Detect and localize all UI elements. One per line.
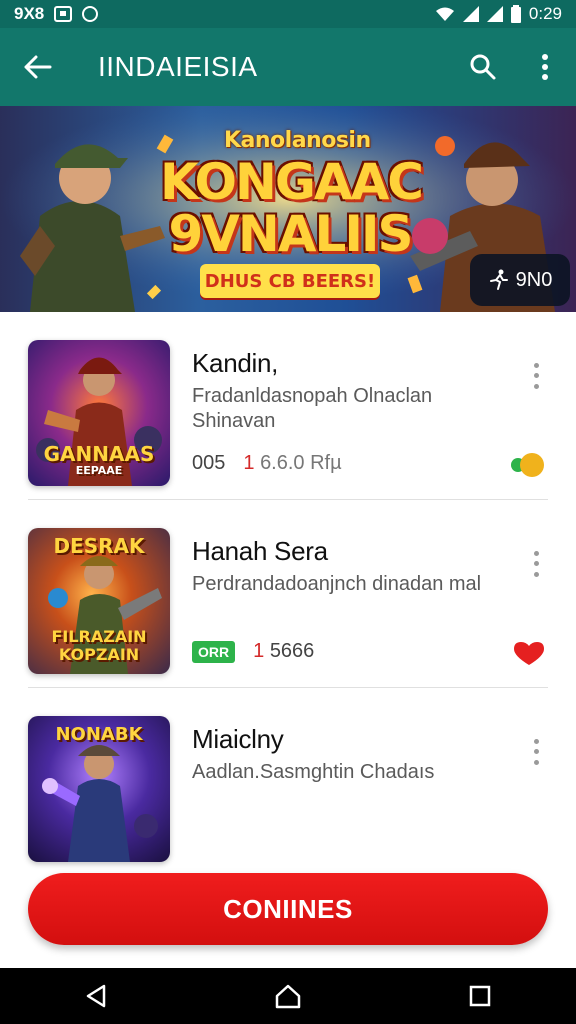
item-meta: ORR 1 5666 [192,640,314,663]
signal-icon [486,6,503,22]
promo-banner[interactable]: Kanolanosin KONGAAC 9VNALIIS DHUS CB BEE… [0,106,576,312]
heart-icon [514,642,544,665]
banner-badge-text: 9N0 [515,268,553,291]
back-triangle-icon [86,984,106,1008]
overflow-menu-button[interactable] [514,28,576,106]
game-list: GANNAAS EEPAAE Kandin, Fradanldasnopah O… [0,312,576,876]
item-description: Perdrandadoanjnch dinadan mal [192,573,482,595]
item-price-rest: 5666 [269,640,315,662]
banner-title: KONGAAC 9VNALIIS [160,153,424,263]
status-bar: 9X8 0:29 [0,0,576,28]
item-tag: ORR [192,640,236,663]
running-person-icon [489,269,508,290]
list-item[interactable]: DESRAK FILRAZAIN KOPZAIN Hanah Sera Perd… [28,500,548,688]
signal-icon [462,6,479,22]
nav-home-button[interactable] [248,968,328,1024]
banner-title-line2: 9VNALIIS [168,205,413,263]
item-meta: 005 1 6.6.0 Rfµ [192,452,342,475]
status-left: 9X8 [14,4,99,24]
item-title: Kandin, [192,348,279,378]
nav-back-button[interactable] [56,968,136,1024]
recents-square-icon [469,985,491,1007]
item-more-button[interactable] [528,736,544,768]
wifi-icon [435,7,454,21]
banner-sub-text: Kanolanosin [224,128,371,153]
thumbnail-title: NONABK [55,724,143,745]
item-status[interactable] [508,452,546,483]
item-price: 1 6.6.0 Rfµ [243,452,341,475]
page-title: IINDAIEISIA [98,51,258,82]
item-description: Fradanldasnopah Olnaclan Shinavan [192,385,433,432]
item-title: Hanah Sera [192,536,328,566]
game-thumbnail[interactable]: GANNAAS EEPAAE [28,340,170,486]
item-count: 005 [192,452,226,474]
battery-icon [510,5,521,23]
status-time: 0:29 [528,4,562,23]
continue-button[interactable]: CONIINES [28,873,548,945]
banner-badge[interactable]: 9N0 [470,254,570,306]
banner-tagline: DHUS CB BEERS! [200,264,380,298]
item-more-button[interactable] [528,548,544,580]
app-bar: IINDAIEISIA [0,28,576,106]
overflow-menu-icon [542,54,548,80]
item-title: Miaiclny [192,724,284,754]
nav-recents-button[interactable] [440,968,520,1024]
game-thumbnail[interactable]: NONABK [28,716,170,862]
status-right: 0:29 [435,4,562,24]
banner-title-line1: KONGAAC [160,153,424,211]
toggle-icon [511,453,544,477]
item-price-rest: 6.6.0 Rfµ [260,452,342,474]
item-price: 1 5666 [253,640,314,663]
item-description: Aadlan.Sasmghtin Chadaıs [192,761,435,783]
item-price-first: 1 [243,452,255,474]
list-item[interactable]: GANNAAS EEPAAE Kandin, Fradanldasnopah O… [28,312,548,500]
thumbnail-title: DESRAK [53,534,145,558]
thumbnail-subtitle: FILRAZAIN KOPZAIN [51,627,147,664]
item-status[interactable] [512,640,546,671]
image-icon [54,6,73,22]
home-icon [275,984,301,1009]
item-more-button[interactable] [528,360,544,392]
notification-icon [82,6,99,22]
status-left-text: 9X8 [14,4,45,23]
game-thumbnail[interactable]: DESRAK FILRAZAIN KOPZAIN [28,528,170,674]
back-arrow-icon [24,55,52,79]
back-button[interactable] [0,28,76,106]
thumbnail-title: GANNAAS [43,442,155,466]
search-icon [470,54,496,80]
thumbnail-subtitle: EEPAAE [75,464,123,477]
search-button[interactable] [452,28,514,106]
item-price-first: 1 [253,640,265,662]
system-nav-bar [0,968,576,1024]
list-item[interactable]: NONABK Miaiclny Aadlan.Sasmghtin Chadaıs [28,688,548,876]
